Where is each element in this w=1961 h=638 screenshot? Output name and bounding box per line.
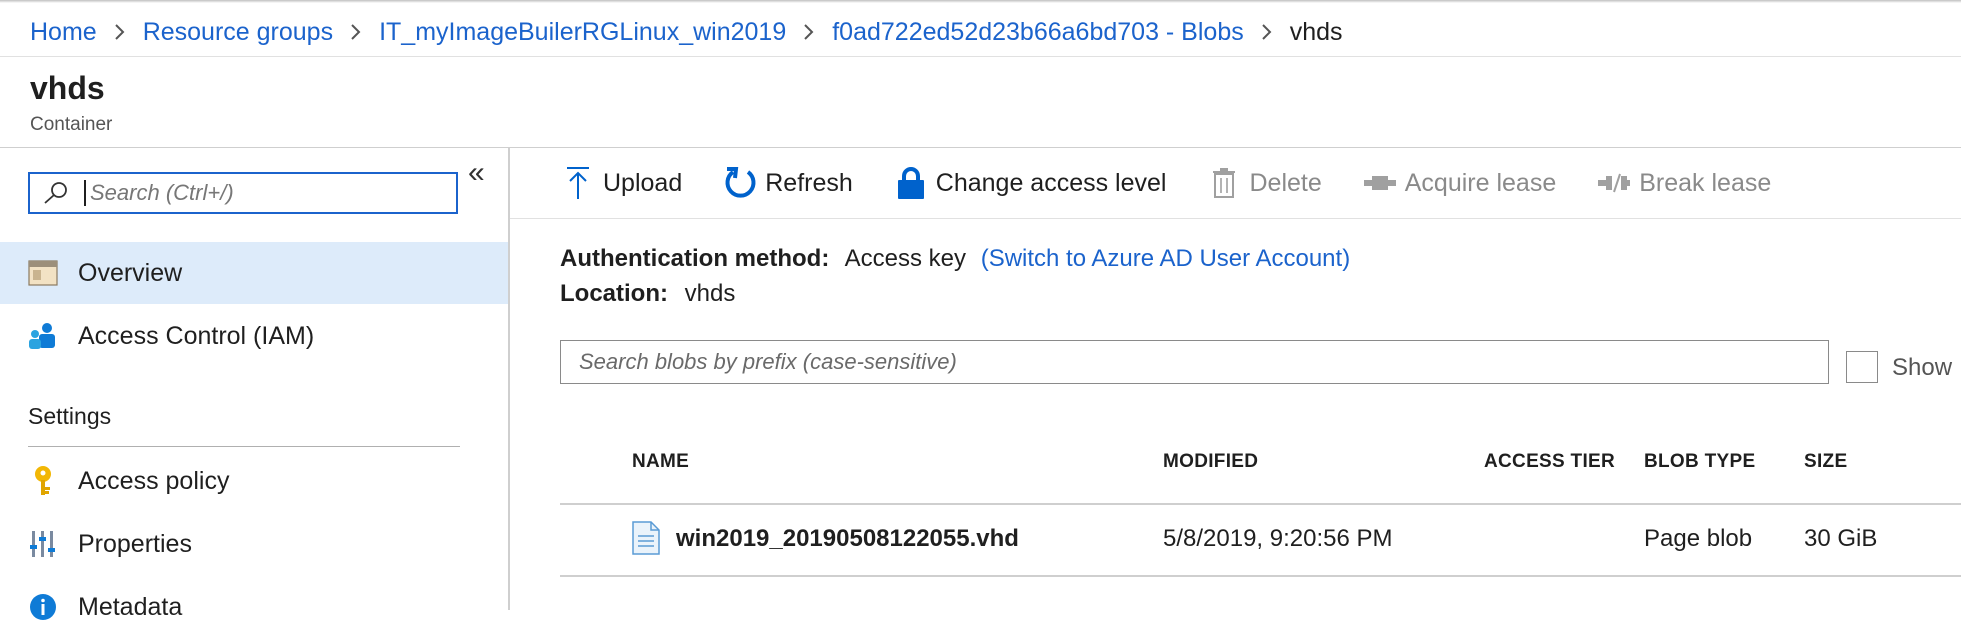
sidebar-item-metadata[interactable]: Metadata xyxy=(0,576,508,638)
break-lease-label: Break lease xyxy=(1639,168,1772,197)
acquire-lease-icon xyxy=(1362,165,1398,201)
sidebar-search[interactable] xyxy=(28,172,458,214)
column-header-name[interactable]: NAME xyxy=(632,451,689,473)
upload-icon xyxy=(560,165,596,201)
breadcrumb-blobs[interactable]: f0ad722ed52d23b66a6bd703 - Blobs xyxy=(832,18,1244,47)
blob-search-input[interactable] xyxy=(577,348,1811,376)
sidebar-item-label: Overview xyxy=(78,258,183,287)
column-header-access-tier[interactable]: ACCESS TIER xyxy=(1484,451,1615,473)
column-header-size[interactable]: SIZE xyxy=(1804,451,1847,473)
auth-method-value: Access key xyxy=(844,245,967,272)
sidebar-item-overview[interactable]: Overview xyxy=(0,242,508,304)
people-icon xyxy=(27,320,59,352)
delete-button[interactable]: Delete xyxy=(1206,165,1322,201)
chevron-right-icon xyxy=(803,23,815,41)
page-subtitle: Container xyxy=(30,114,113,135)
break-lease-button[interactable]: Break lease xyxy=(1596,165,1771,201)
blob-size: 30 GiB xyxy=(1804,525,1878,552)
breadcrumb: Home Resource groups IT_myImageBuilerRGL… xyxy=(30,12,1343,52)
sidebar-item-access-policy[interactable]: Access policy xyxy=(0,450,508,512)
refresh-button[interactable]: Refresh xyxy=(722,165,853,201)
divider xyxy=(28,446,460,447)
acquire-lease-label: Acquire lease xyxy=(1404,168,1557,197)
container-icon xyxy=(27,257,59,289)
text-caret xyxy=(84,180,86,206)
breadcrumb-home[interactable]: Home xyxy=(30,18,97,47)
chevron-right-icon xyxy=(350,23,362,41)
properties-icon xyxy=(27,528,59,560)
upload-label: Upload xyxy=(603,168,683,197)
break-lease-icon xyxy=(1596,165,1632,201)
upload-button[interactable]: Upload xyxy=(560,165,682,201)
column-header-modified[interactable]: MODIFIED xyxy=(1163,451,1258,473)
sidebar-item-label: Access policy xyxy=(78,466,230,495)
show-deleted-label: Show xyxy=(1892,354,1953,381)
sidebar-item-access-control[interactable]: Access Control (IAM) xyxy=(0,305,508,367)
delete-label: Delete xyxy=(1249,168,1322,197)
location-value: vhds xyxy=(684,280,736,307)
breadcrumb-resource-group[interactable]: IT_myImageBuilerRGLinux_win2019 xyxy=(379,18,786,47)
sidebar-search-input[interactable] xyxy=(88,179,432,207)
blob-name[interactable]: win2019_20190508122055.vhd xyxy=(676,525,1019,553)
search-icon xyxy=(42,181,82,205)
blob-search-box[interactable] xyxy=(560,340,1829,384)
table-row-divider xyxy=(560,575,1961,577)
sidebar-item-properties[interactable]: Properties xyxy=(0,513,508,575)
change-access-level-label: Change access level xyxy=(935,168,1167,197)
location: Location: vhds xyxy=(560,280,735,308)
location-label: Location: xyxy=(560,280,668,307)
table-row[interactable]: win2019_20190508122055.vhd 5/8/2019, 9:2… xyxy=(560,505,1961,575)
breadcrumb-resource-groups[interactable]: Resource groups xyxy=(143,18,333,47)
acquire-lease-button[interactable]: Acquire lease xyxy=(1362,165,1556,201)
auth-method-label: Authentication method: xyxy=(560,245,830,272)
divider xyxy=(0,56,1961,57)
column-header-blob-type[interactable]: BLOB TYPE xyxy=(1644,451,1755,473)
settings-section-label: Settings xyxy=(28,403,112,429)
sidebar-item-label: Access Control (IAM) xyxy=(78,321,315,350)
show-deleted-checkbox[interactable] xyxy=(1846,351,1878,383)
change-access-level-button[interactable]: Change access level xyxy=(893,165,1167,201)
key-icon xyxy=(27,465,59,497)
sidebar-item-label: Metadata xyxy=(78,592,183,621)
file-icon xyxy=(632,521,660,560)
trash-icon xyxy=(1206,165,1242,201)
page-title: vhds xyxy=(30,70,105,106)
chevron-right-icon xyxy=(1261,23,1273,41)
blob-type: Page blob xyxy=(1644,525,1753,552)
window-top-edge xyxy=(0,0,1961,3)
chevron-right-icon xyxy=(114,23,126,41)
sidebar-item-label: Properties xyxy=(78,529,192,558)
info-icon xyxy=(27,591,59,623)
refresh-label: Refresh xyxy=(765,168,853,197)
breadcrumb-current: vhds xyxy=(1289,17,1343,46)
blob-modified: 5/8/2019, 9:20:56 PM xyxy=(1163,525,1393,552)
authentication-method: Authentication method: Access key (Switc… xyxy=(560,245,1350,273)
switch-auth-link[interactable]: (Switch to Azure AD User Account) xyxy=(981,245,1350,272)
sidebar: « Overview Access Control (IAM) Settings… xyxy=(0,148,508,621)
collapse-sidebar-icon[interactable]: « xyxy=(468,156,485,190)
command-bar: Upload Refresh Change access level Delet… xyxy=(510,148,1961,219)
refresh-icon xyxy=(722,165,758,201)
lock-icon xyxy=(893,165,929,201)
